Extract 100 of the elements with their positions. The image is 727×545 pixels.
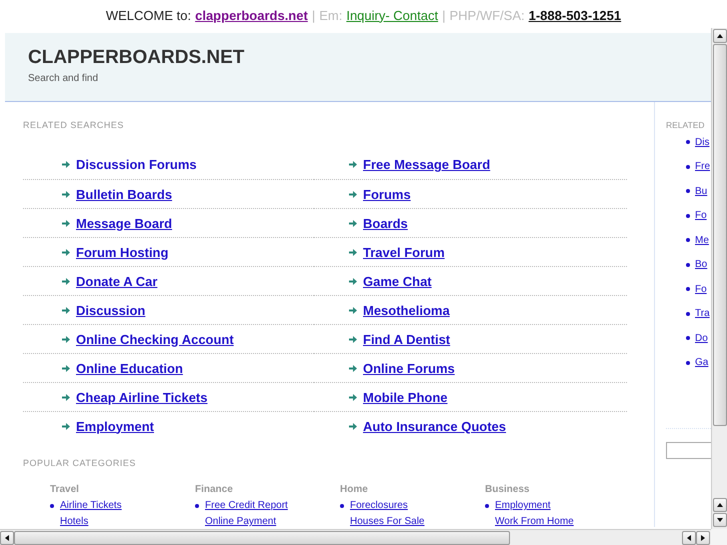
bullet-icon (50, 504, 54, 508)
search-link[interactable]: Boards (363, 216, 408, 230)
sidebar-link[interactable]: Fre (695, 161, 710, 172)
bullet-icon (686, 214, 690, 218)
search-link[interactable]: Employment (76, 418, 154, 434)
scrollbar-thumb[interactable] (14, 531, 510, 545)
scrollbar-thumb[interactable] (713, 44, 727, 426)
arrow-icon (349, 278, 357, 284)
bullet-icon (686, 238, 690, 242)
arrow-icon (62, 306, 70, 314)
triangle-icon (3, 534, 11, 542)
phone-link[interactable]: 1-888-503-1251 (528, 8, 622, 22)
category-link[interactable]: Hotels (60, 516, 88, 527)
search-link[interactable]: Find A Dentist (363, 332, 450, 346)
search-link[interactable]: Mesothelioma (363, 302, 450, 318)
arrow-icon (62, 161, 70, 168)
bullet-icon (686, 140, 690, 144)
welcome-text: WELCOME to: (106, 8, 192, 22)
search-link[interactable]: Cheap Airline Tickets (76, 390, 208, 404)
bullet-icon (686, 336, 690, 340)
search-link[interactable]: Online Checking Account (76, 332, 234, 346)
bullet-icon (686, 164, 690, 169)
sidebar-link[interactable]: Bu (695, 186, 708, 197)
category-heading: Business (485, 484, 530, 495)
contact-link[interactable]: Inquiry- Contact (346, 8, 438, 22)
category-link[interactable]: Work From Home (495, 516, 574, 527)
sidebar-link[interactable]: Fo (695, 210, 707, 222)
bullet-icon (686, 360, 690, 365)
arrow-icon (349, 394, 357, 400)
bullet-icon (686, 262, 690, 267)
bullet-icon (686, 312, 690, 316)
arrow-icon (349, 336, 357, 342)
category-heading: Finance (195, 484, 234, 495)
search-link[interactable]: Discussion Forums (76, 157, 197, 172)
search-link[interactable]: Free Message Board (363, 157, 490, 172)
search-link[interactable]: Online Forums (363, 360, 455, 376)
section-heading: POPULAR CATEGORIES (23, 458, 137, 468)
triangle-icon (716, 32, 724, 40)
arrow-icon (349, 306, 357, 314)
search-link[interactable]: Mobile Phone (363, 390, 448, 404)
search-link[interactable]: Bulletin Boards (76, 186, 172, 202)
search-link[interactable]: Message Board (76, 216, 172, 230)
search-link[interactable]: Discussion (76, 302, 146, 318)
site-link[interactable]: clapperboards.net (195, 8, 308, 22)
arrow-icon (62, 248, 70, 256)
label-text: PHP/WF/SA: (449, 8, 525, 22)
sidebar-link[interactable]: Tra (695, 308, 710, 320)
search-link[interactable]: Forums (363, 186, 411, 202)
scroll-up-button[interactable] (713, 498, 727, 512)
arrow-icon (349, 220, 357, 226)
arrow-icon (62, 190, 70, 198)
scroll-left-button[interactable] (0, 531, 14, 545)
sidebar-link[interactable]: Dis (695, 136, 710, 148)
site-title: CLAPPERBOARDS.NET (28, 47, 246, 69)
separator: | (312, 8, 316, 22)
label-text: Em: (319, 8, 342, 22)
sidebar-link[interactable]: Me (695, 234, 709, 246)
scroll-right-button[interactable] (696, 531, 710, 545)
category-link[interactable]: Employment (495, 500, 551, 511)
horizontal-scrollbar[interactable] (0, 529, 711, 545)
arrow-icon (62, 278, 70, 284)
search-link[interactable]: Donate A Car (76, 274, 158, 288)
bullet-icon (686, 287, 690, 292)
scroll-left-button[interactable] (682, 531, 696, 545)
sidebar-link[interactable]: Bo (695, 259, 708, 270)
arrow-icon (349, 248, 357, 256)
arrow-icon (62, 364, 70, 372)
arrow-icon (349, 364, 357, 372)
search-link[interactable]: Forum Hosting (76, 244, 168, 260)
bullet-icon (686, 189, 690, 194)
category-link[interactable]: Airline Tickets (60, 500, 122, 511)
bullet-icon (195, 504, 199, 508)
section-heading: RELATED SEARCHES (23, 120, 125, 130)
sidebar-link[interactable]: Fo (695, 284, 707, 295)
separator: | (442, 8, 446, 22)
search-link[interactable]: Online Education (76, 360, 183, 376)
sidebar-link[interactable]: Do (695, 332, 708, 344)
category-link[interactable]: Online Payment (205, 516, 276, 527)
bullet-icon (485, 504, 489, 508)
category-link[interactable]: Free Credit Report (205, 500, 288, 511)
arrow-icon (349, 161, 357, 168)
vertical-scrollbar[interactable] (711, 28, 727, 529)
sidebar-link[interactable]: Ga (695, 357, 708, 368)
search-link[interactable]: Travel Forum (363, 244, 445, 260)
search-link[interactable]: Auto Insurance Quotes (363, 418, 506, 434)
category-heading: Home (340, 484, 369, 495)
search-link[interactable]: Game Chat (363, 274, 432, 288)
scroll-down-button[interactable] (713, 513, 727, 527)
arrow-icon (349, 190, 357, 198)
arrow-icon (62, 220, 70, 226)
arrow-icon (349, 422, 357, 430)
scroll-up-button[interactable] (713, 29, 727, 43)
category-link[interactable]: Houses For Sale (350, 516, 424, 527)
site-subtitle: Search and find (28, 73, 100, 84)
section-heading: RELATED (666, 120, 706, 130)
arrow-icon (62, 336, 70, 342)
arrow-icon (62, 422, 70, 430)
category-link[interactable]: Foreclosures (350, 500, 408, 511)
scrollbar-corner (711, 529, 727, 545)
bullet-icon (340, 504, 344, 508)
